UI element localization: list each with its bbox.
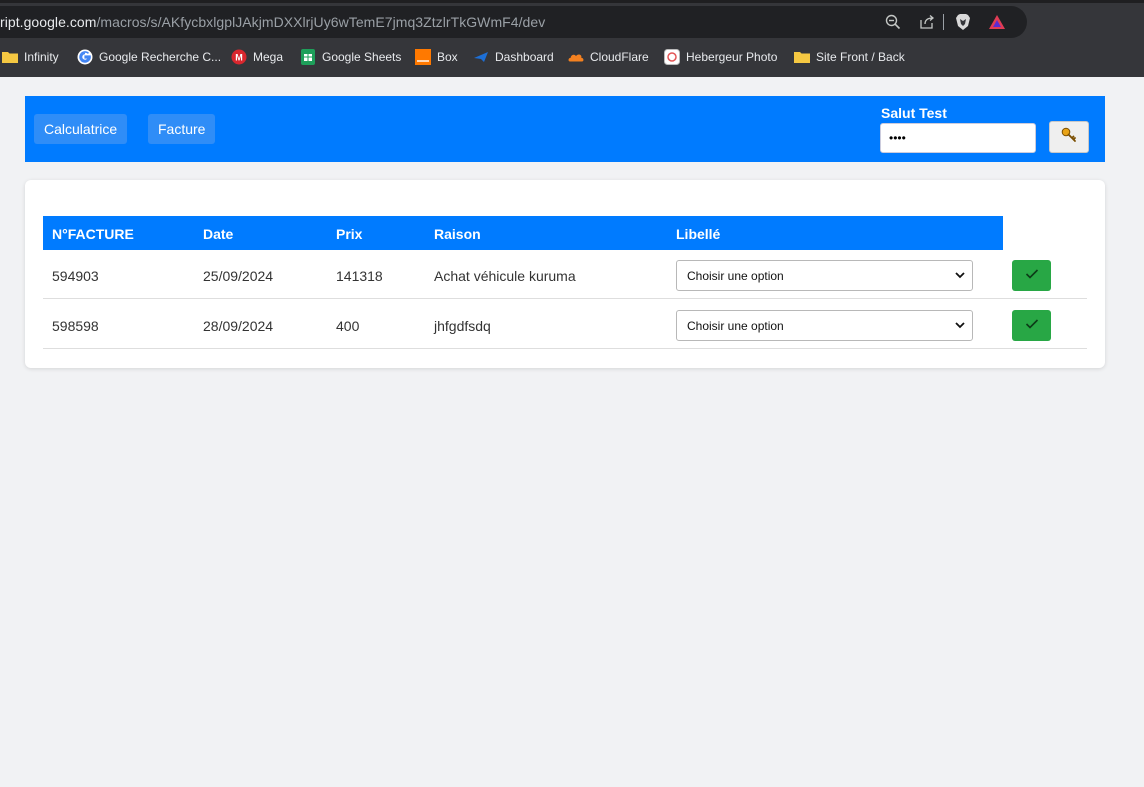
bookmark-label: Infinity [24,50,59,64]
key-icon [1061,127,1077,148]
svg-text:M: M [235,53,243,63]
cell-prix: 400 [336,318,360,334]
column-header-date: Date [203,226,234,242]
bookmark-mega[interactable]: M Mega [231,48,283,66]
google-icon [77,49,93,65]
bookmark-label: Hebergeur Photo [686,50,778,64]
cell-numero: 598598 [52,318,99,334]
bookmark-dashboard[interactable]: Dashboard [473,48,554,66]
brave-shield-icon[interactable] [954,13,972,31]
folder-icon [2,49,18,65]
table-row: 598598 28/09/2024 400 jhfgdfsdq Choisir … [43,300,1087,349]
mega-icon: M [231,49,247,65]
cell-numero: 594903 [52,268,99,284]
tab-strip-edge [0,0,1144,3]
browser-chrome: ript.google.com/macros/s/AKfycbxlgplJAkj… [0,0,1144,77]
bookmark-label: Site Front / Back [816,50,905,64]
validate-button[interactable] [1012,310,1051,341]
bookmark-label: Google Sheets [322,50,402,64]
column-header-raison: Raison [434,226,481,242]
libelle-select[interactable]: Choisir une option [676,310,973,341]
share-icon[interactable] [918,13,936,31]
column-header-libelle: Libellé [676,226,721,242]
cell-prix: 141318 [336,268,383,284]
column-header-prix: Prix [336,226,363,242]
brave-rewards-icon[interactable] [988,13,1006,31]
cell-date: 28/09/2024 [203,318,274,334]
url-host: ript.google.com [0,14,97,30]
photo-icon [664,49,680,65]
dashboard-icon [473,49,489,65]
bookmark-google-sheets[interactable]: Google Sheets [300,48,401,66]
factures-card: N°FACTURE Date Prix Raison Libellé 59490… [25,180,1105,368]
validate-button[interactable] [1012,260,1051,291]
bookmark-hebergeur-photo[interactable]: Hebergeur Photo [664,48,777,66]
libelle-select-value: Choisir une option [687,268,784,283]
column-header-numero: N°FACTURE [52,226,134,242]
zoom-icon[interactable] [884,13,902,31]
cloudflare-icon [568,49,584,65]
bookmark-label: CloudFlare [590,50,649,64]
sheets-icon [300,49,316,65]
calculatrice-button[interactable]: Calculatrice [34,114,128,144]
bookmark-cloudflare[interactable]: CloudFlare [568,48,649,66]
check-icon [1025,317,1039,335]
greeting-text: Salut Test [881,105,947,121]
key-button[interactable] [1049,121,1089,153]
check-icon [1025,267,1039,285]
bookmark-label: Google Recherche C... [99,50,222,64]
url-path: /macros/s/AKfycbxlgplJAkjmDXXlrjUy6wTemE… [96,14,546,30]
bookmark-box[interactable]: Box [415,48,458,66]
facture-button[interactable]: Facture [148,114,216,144]
bookmark-site-front-back[interactable]: Site Front / Back [794,48,905,66]
bookmark-label: Mega [253,50,284,64]
table-row: 594903 25/09/2024 141318 Achat véhicule … [43,250,1087,299]
libelle-select[interactable]: Choisir une option [676,260,973,291]
url-text[interactable]: ript.google.com/macros/s/AKfycbxlgplJAkj… [0,14,545,30]
bookmark-label: Dashboard [495,50,554,64]
password-input[interactable] [880,123,1036,153]
omnibox-separator [943,14,944,30]
cell-raison: Achat véhicule kuruma [434,268,576,284]
bookmark-label: Box [437,50,458,64]
box-icon [415,49,431,65]
folder-icon [794,49,810,65]
libelle-select-value: Choisir une option [687,318,784,333]
chevron-down-icon [954,269,966,281]
address-bar[interactable]: ript.google.com/macros/s/AKfycbxlgplJAkj… [0,6,1027,38]
cell-date: 25/09/2024 [203,268,274,284]
cell-raison: jhfgdfsdq [434,318,491,334]
app-header: Calculatrice Facture Salut Test [25,96,1105,162]
bookmark-google-recherche[interactable]: Google Recherche C... [77,48,221,66]
bookmark-infinity[interactable]: Infinity [2,48,59,66]
table-header: N°FACTURE Date Prix Raison Libellé [43,216,1003,250]
chevron-down-icon [954,319,966,331]
